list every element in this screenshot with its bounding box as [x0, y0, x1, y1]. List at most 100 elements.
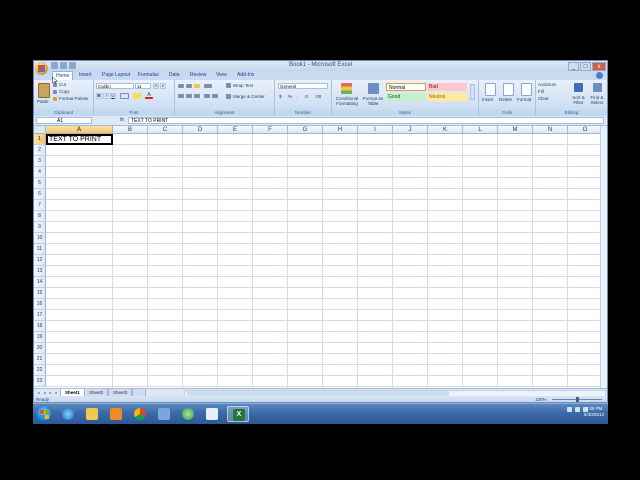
cell-a1[interactable]: TEXT TO PRINT	[46, 134, 113, 145]
row-header-8[interactable]: 8	[34, 211, 46, 222]
row-header-22[interactable]: 22	[34, 365, 46, 376]
zoom-level[interactable]: 130%	[535, 397, 547, 402]
fill-color-icon[interactable]	[133, 93, 141, 99]
formula-input[interactable]: TEXT TO PRINT	[128, 117, 604, 124]
first-sheet-icon[interactable]: ◂	[36, 390, 41, 395]
column-header-n[interactable]: N	[533, 126, 568, 134]
row-header-14[interactable]: 14	[34, 277, 46, 288]
delete-button[interactable]: Delete	[499, 97, 512, 102]
comma-button[interactable]: ,	[296, 94, 297, 99]
row-header-7[interactable]: 7	[34, 200, 46, 211]
percent-button[interactable]: %	[288, 94, 292, 99]
merge-center-button[interactable]: Merge & Center	[233, 94, 265, 99]
last-sheet-icon[interactable]: ▸	[54, 390, 59, 395]
currency-button[interactable]: $	[279, 94, 282, 99]
prev-sheet-icon[interactable]: ◂	[42, 390, 47, 395]
row-header-4[interactable]: 4	[34, 167, 46, 178]
styles-scroll-icon[interactable]	[470, 84, 475, 100]
row-header-12[interactable]: 12	[34, 255, 46, 266]
column-header-b[interactable]: B	[113, 126, 148, 134]
name-box[interactable]: A1	[36, 117, 92, 124]
taskbar-excel[interactable]: X	[227, 406, 249, 422]
minimize-button[interactable]: _	[568, 62, 579, 71]
font-name-dropdown[interactable]: Calibri	[96, 83, 134, 89]
column-header-c[interactable]: C	[148, 126, 183, 134]
taskbar-chrome[interactable]	[129, 406, 151, 422]
column-header-f[interactable]: F	[253, 126, 288, 134]
bold-button[interactable]: B	[96, 93, 102, 99]
clock[interactable]: 4:39 PM 5/30/2013	[584, 406, 604, 418]
next-sheet-icon[interactable]: ▸	[48, 390, 53, 395]
style-normal[interactable]: Normal	[386, 83, 426, 91]
cut-button[interactable]: Cut	[59, 82, 66, 87]
column-header-k[interactable]: K	[428, 126, 463, 134]
taskbar-folder[interactable]	[81, 406, 103, 422]
office-button[interactable]	[35, 62, 48, 75]
row-header-16[interactable]: 16	[34, 299, 46, 310]
format-as-table-button[interactable]: Format as Table	[361, 96, 385, 106]
tab-insert[interactable]: Insert	[79, 72, 92, 78]
decrease-decimal-button[interactable]: .00	[315, 94, 321, 99]
tab-data[interactable]: Data	[169, 72, 180, 78]
insert-button[interactable]: Insert	[482, 97, 493, 102]
taskbar-explorer[interactable]	[153, 406, 175, 422]
close-button[interactable]: x	[592, 62, 606, 71]
increase-indent-icon[interactable]	[212, 94, 218, 98]
align-middle-icon[interactable]	[186, 84, 192, 88]
align-center-icon[interactable]	[186, 94, 192, 98]
style-bad[interactable]: Bad	[427, 83, 467, 91]
column-header-e[interactable]: E	[218, 126, 253, 134]
font-color-icon[interactable]: A	[145, 93, 153, 99]
sort-filter-button[interactable]: Sort & Filter	[570, 95, 587, 105]
tab-page-layout[interactable]: Page Layout	[102, 72, 130, 78]
paste-label[interactable]: Paste	[37, 99, 49, 104]
align-bottom-icon[interactable]	[194, 84, 200, 88]
row-header-11[interactable]: 11	[34, 244, 46, 255]
row-header-6[interactable]: 6	[34, 189, 46, 200]
insert-function-button[interactable]: fx	[120, 117, 124, 123]
orientation-icon[interactable]	[204, 84, 212, 88]
align-top-icon[interactable]	[178, 84, 184, 88]
column-header-d[interactable]: D	[183, 126, 218, 134]
help-icon[interactable]	[596, 72, 603, 79]
decrease-indent-icon[interactable]	[204, 94, 210, 98]
tab-add-ins[interactable]: Add-Ins	[237, 72, 254, 78]
taskbar-ie[interactable]	[57, 406, 79, 422]
shrink-font-button[interactable]: A	[160, 83, 166, 89]
conditional-formatting-button[interactable]: Conditional Formatting	[333, 96, 361, 106]
maximize-button[interactable]: □	[580, 62, 591, 71]
column-header-m[interactable]: M	[498, 126, 533, 134]
clear-button[interactable]: Clear	[538, 96, 549, 101]
row-header-18[interactable]: 18	[34, 321, 46, 332]
column-header-o[interactable]: O	[568, 126, 603, 134]
autosum-button[interactable]: AutoSum	[538, 82, 557, 87]
column-header-h[interactable]: H	[323, 126, 358, 134]
row-header-2[interactable]: 2	[34, 145, 46, 156]
column-header-a[interactable]: A	[46, 126, 113, 134]
number-format-dropdown[interactable]: General	[278, 83, 328, 89]
row-header-17[interactable]: 17	[34, 310, 46, 321]
tab-view[interactable]: View	[216, 72, 227, 78]
zoom-slider-knob[interactable]	[576, 397, 579, 402]
format-button[interactable]: Format	[517, 97, 531, 102]
taskbar-media-player[interactable]	[105, 406, 127, 422]
style-neutral[interactable]: Neutral	[427, 93, 467, 101]
vertical-scrollbar[interactable]	[600, 126, 607, 388]
format-painter-button[interactable]: Format Painter	[59, 96, 89, 101]
borders-icon[interactable]	[120, 93, 129, 99]
column-header-g[interactable]: G	[288, 126, 323, 134]
taskbar-ie-2[interactable]	[177, 406, 199, 422]
row-header-10[interactable]: 10	[34, 233, 46, 244]
column-header-j[interactable]: J	[393, 126, 428, 134]
align-left-icon[interactable]	[178, 94, 184, 98]
row-header-1[interactable]: 1	[34, 134, 46, 145]
tab-formulas[interactable]: Formulas	[138, 72, 159, 78]
column-header-i[interactable]: I	[358, 126, 393, 134]
start-button[interactable]	[35, 405, 53, 423]
taskbar-app[interactable]	[201, 406, 223, 422]
row-header-21[interactable]: 21	[34, 354, 46, 365]
row-header-13[interactable]: 13	[34, 266, 46, 277]
row-header-15[interactable]: 15	[34, 288, 46, 299]
row-header-5[interactable]: 5	[34, 178, 46, 189]
row-header-23[interactable]: 23	[34, 376, 46, 387]
